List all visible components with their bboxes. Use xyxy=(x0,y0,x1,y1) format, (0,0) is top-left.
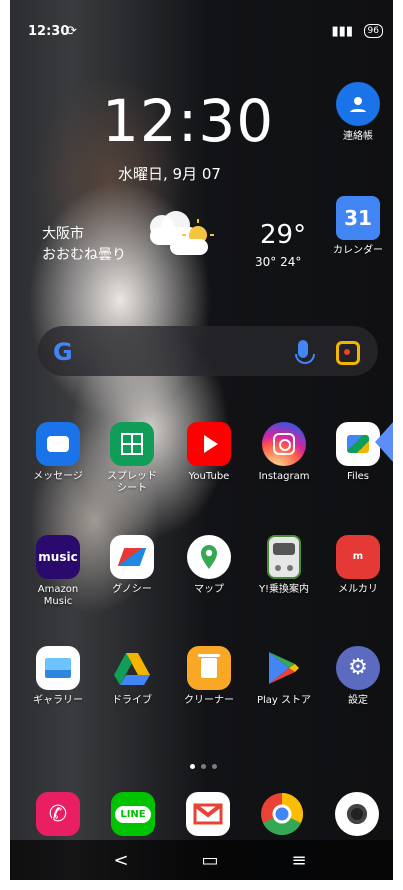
files-app[interactable]: Files xyxy=(323,422,393,483)
settings-app[interactable]: ⚙ 設定 xyxy=(323,646,393,707)
youtube-label: YouTube xyxy=(188,471,230,482)
page-dot xyxy=(201,764,206,769)
calendar-icon: 31 xyxy=(336,196,380,240)
menu-button[interactable]: ≡ xyxy=(283,846,315,874)
calendar-day: 31 xyxy=(344,206,372,230)
train-icon xyxy=(262,535,306,579)
cleaner-label: クリーナー xyxy=(184,695,234,706)
weather-range: 30° 24° xyxy=(255,255,302,269)
youtube-app[interactable]: YouTube xyxy=(174,422,244,483)
settings-gear-icon: ⚙ xyxy=(336,646,380,690)
home-screen: 12:30 ⟳ ▮▮▮ 96 12:30 水曜日, 9月 07 大阪市 おおむね… xyxy=(0,0,403,890)
drive-icon xyxy=(110,646,154,690)
calendar-label: カレンダー xyxy=(333,245,383,256)
screen-frame-right xyxy=(393,0,403,890)
page-dot xyxy=(212,764,217,769)
settings-label: 設定 xyxy=(348,695,368,706)
play-store-icon xyxy=(262,646,306,690)
maps-icon xyxy=(187,535,231,579)
sheets-app[interactable]: スプレッド シート xyxy=(97,422,167,495)
phone-icon[interactable]: ✆ xyxy=(36,792,80,836)
files-icon xyxy=(336,422,380,466)
navigation-bar: < ▭ ≡ xyxy=(10,840,393,880)
signal-icon: ▮▮▮ xyxy=(331,24,353,39)
amazon-music-word: music xyxy=(38,549,78,564)
gallery-label: ギャラリー xyxy=(33,695,83,706)
mercari-label: メルカリ xyxy=(338,584,378,595)
gunosy-icon xyxy=(110,535,154,579)
play-store-label: Play ストア xyxy=(256,695,312,706)
instagram-label: Instagram xyxy=(258,471,310,482)
gallery-app[interactable]: ギャラリー xyxy=(23,646,93,707)
gunosy-label: グノシー xyxy=(112,584,152,595)
screen-frame-bottom xyxy=(0,880,403,890)
play-store-app[interactable]: Play ストア xyxy=(249,646,319,707)
files-label: Files xyxy=(347,471,369,482)
chrome-icon[interactable] xyxy=(260,792,304,836)
contacts-icon xyxy=(336,82,380,126)
messages-label: メッセージ xyxy=(33,471,83,482)
google-search-bar[interactable]: G xyxy=(38,326,378,376)
date: 水曜日, 9月 07 xyxy=(118,165,221,183)
battery-icon: 96 xyxy=(363,24,383,38)
drive-app[interactable]: ドライブ xyxy=(97,646,167,707)
amazon-music-icon: music xyxy=(36,535,80,579)
yahoo-transit-app[interactable]: Y!乗換案内 xyxy=(249,535,319,596)
amazon-music-label: Amazon Music xyxy=(37,584,79,607)
home-button[interactable]: ▭ xyxy=(194,846,226,874)
cleaner-icon xyxy=(187,646,231,690)
sheets-label: スプレッド シート xyxy=(107,471,157,494)
cloudy-weather-icon xyxy=(150,211,214,255)
clock: 12:30 xyxy=(102,87,275,155)
page-dot-active xyxy=(190,764,195,769)
gmail-icon[interactable] xyxy=(186,792,230,836)
contacts-label: 連絡帳 xyxy=(343,131,373,142)
instagram-icon xyxy=(262,422,306,466)
yahoo-transit-label: Y!乗換案内 xyxy=(258,584,310,595)
microphone-icon[interactable] xyxy=(295,340,315,364)
messages-app[interactable]: メッセージ xyxy=(23,422,93,483)
status-time: 12:30 xyxy=(28,24,70,39)
weather-description: おおむね曇り xyxy=(42,247,126,263)
page-indicator xyxy=(190,754,230,769)
maps-label: マップ xyxy=(194,584,224,595)
mercari-app[interactable]: m メルカリ xyxy=(323,535,393,596)
line-word: LINE xyxy=(115,805,151,823)
gallery-icon xyxy=(36,646,80,690)
google-logo-icon: G xyxy=(53,338,73,366)
contacts-app[interactable]: 連絡帳 xyxy=(323,82,393,143)
cleaner-app[interactable]: クリーナー xyxy=(174,646,244,707)
weather-city: 大阪市 xyxy=(42,226,84,242)
amazon-music-app[interactable]: music Amazon Music xyxy=(23,535,93,608)
lens-icon[interactable] xyxy=(336,341,360,365)
gunosy-app[interactable]: グノシー xyxy=(97,535,167,596)
screen-frame-left xyxy=(0,0,10,890)
instagram-app[interactable]: Instagram xyxy=(249,422,319,483)
line-icon[interactable]: LINE xyxy=(111,792,155,836)
back-button[interactable]: < xyxy=(105,846,137,874)
sync-icon: ⟳ xyxy=(66,24,77,39)
youtube-icon xyxy=(187,422,231,466)
messages-icon xyxy=(36,422,80,466)
drive-label: ドライブ xyxy=(112,695,152,706)
calendar-app[interactable]: 31 カレンダー xyxy=(323,196,393,257)
maps-app[interactable]: マップ xyxy=(174,535,244,596)
weather-temperature: 29° xyxy=(260,220,307,250)
mercari-icon: m xyxy=(336,535,380,579)
camera-icon[interactable] xyxy=(335,792,379,836)
sheets-icon xyxy=(110,422,154,466)
status-bar: 12:30 ⟳ ▮▮▮ 96 xyxy=(10,18,393,42)
